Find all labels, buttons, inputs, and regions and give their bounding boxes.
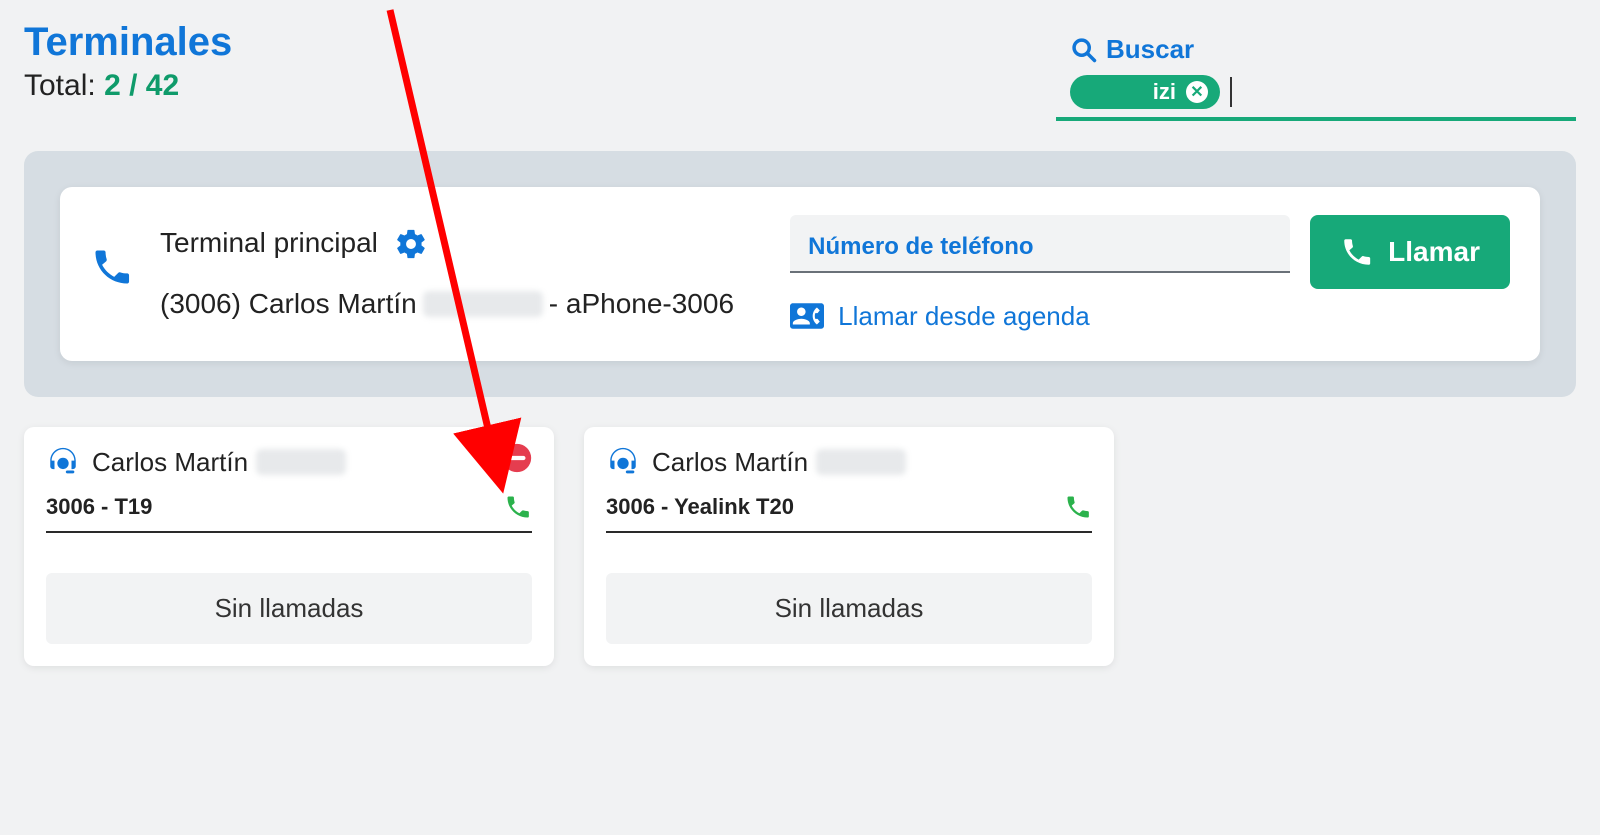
subtitle-suffix: - aPhone-3006 <box>549 282 734 327</box>
main-terminal-title-row: Terminal principal <box>160 221 734 266</box>
search-label-text: Buscar <box>1106 34 1194 65</box>
card-extension-row: 3006 - Yealink T20 <box>606 493 1092 533</box>
page-header: Terminales Total: 2 / 42 Buscar izi ✕ <box>24 20 1576 121</box>
page-title: Terminales <box>24 20 232 65</box>
total-line: Total: 2 / 42 <box>24 69 232 103</box>
card-extension: 3006 - T19 <box>46 494 152 520</box>
card-header: Carlos Martín <box>46 445 532 479</box>
phone-icon <box>90 245 134 289</box>
subtitle-prefix: (3006) Carlos Martín <box>160 282 417 327</box>
no-calls-banner: Sin llamadas <box>606 573 1092 644</box>
card-extension: 3006 - Yealink T20 <box>606 494 794 520</box>
redacted-text <box>256 449 346 475</box>
call-button-label: Llamar <box>1388 236 1480 268</box>
total-label: Total: <box>24 69 96 102</box>
phone-icon[interactable] <box>504 493 532 521</box>
agenda-link-text: Llamar desde agenda <box>838 301 1090 332</box>
search-input-caret[interactable] <box>1230 77 1232 107</box>
main-terminal-card: Terminal principal (3006) Carlos Martín … <box>60 187 1540 361</box>
terminal-card[interactable]: Carlos Martín 3006 - Yealink T20 Sin lla… <box>584 427 1114 666</box>
main-terminal-lines: Terminal principal (3006) Carlos Martín … <box>160 221 734 327</box>
main-terminal-title: Terminal principal <box>160 221 378 266</box>
phone-icon <box>1340 235 1374 269</box>
chip-text: izi <box>1153 79 1176 105</box>
card-name: Carlos Martín <box>92 447 346 478</box>
main-terminal-subtitle: (3006) Carlos Martín - aPhone-3006 <box>160 282 734 327</box>
terminal-card[interactable]: Carlos Martín 3006 - T19 Sin llamadas <box>24 427 554 666</box>
agent-headset-icon <box>606 445 640 479</box>
terminal-cards: Carlos Martín 3006 - T19 Sin llamadas Ca… <box>24 427 1576 666</box>
agent-headset-icon <box>46 445 80 479</box>
phone-input-label: Número de teléfono <box>808 233 1033 260</box>
redacted-text <box>816 449 906 475</box>
do-not-disturb-icon <box>500 441 534 475</box>
count-total: 42 <box>146 69 179 102</box>
card-name-text: Carlos Martín <box>92 447 248 478</box>
card-extension-row: 3006 - T19 <box>46 493 532 533</box>
phone-input-wrap: Número de teléfono Llamar desde agenda <box>790 215 1290 333</box>
title-block: Terminales Total: 2 / 42 <box>24 20 232 103</box>
main-panel: Terminal principal (3006) Carlos Martín … <box>24 151 1576 397</box>
close-icon[interactable]: ✕ <box>1186 81 1208 103</box>
main-terminal-left: Terminal principal (3006) Carlos Martín … <box>90 221 766 327</box>
search-panel: Buscar izi ✕ <box>1056 20 1576 121</box>
card-name-text: Carlos Martín <box>652 447 808 478</box>
annotation-arrow <box>0 0 1600 835</box>
redacted-text <box>423 291 543 317</box>
search-chip-row: izi ✕ <box>1070 75 1562 109</box>
card-header: Carlos Martín <box>606 445 1092 479</box>
no-calls-banner: Sin llamadas <box>46 573 532 644</box>
count-shown: 2 <box>104 69 121 102</box>
gear-icon[interactable] <box>394 227 428 261</box>
page-root: Terminales Total: 2 / 42 Buscar izi ✕ <box>0 0 1600 686</box>
main-terminal-right: Número de teléfono Llamar desde agenda L… <box>790 215 1510 333</box>
search-filter-chip[interactable]: izi ✕ <box>1070 75 1220 109</box>
search-icon <box>1070 36 1098 64</box>
card-name: Carlos Martín <box>652 447 906 478</box>
call-from-agenda-link[interactable]: Llamar desde agenda <box>790 299 1290 333</box>
call-button[interactable]: Llamar <box>1310 215 1510 289</box>
dnd-badge[interactable] <box>500 441 534 480</box>
phone-icon[interactable] <box>1064 493 1092 521</box>
contact-phone-icon <box>790 299 824 333</box>
phone-number-input[interactable]: Número de teléfono <box>790 215 1290 273</box>
search-label[interactable]: Buscar <box>1070 34 1562 65</box>
